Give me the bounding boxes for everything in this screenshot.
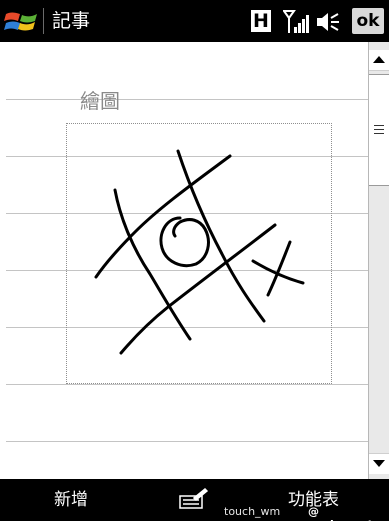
watermark-user: touch_wm — [224, 505, 281, 518]
grip-line — [374, 129, 384, 130]
sketch-stroke — [94, 154, 232, 279]
windows-start-icon[interactable] — [4, 8, 40, 36]
arrow-down-icon — [373, 460, 385, 467]
hand-drawn-sketch — [94, 149, 305, 355]
title-bar: 記事 H ok — [0, 0, 389, 42]
new-softkey[interactable]: 新增 — [54, 490, 88, 510]
signal-icon[interactable] — [283, 9, 309, 35]
scroll-down-button[interactable] — [369, 453, 389, 474]
ok-button[interactable]: ok — [352, 8, 384, 34]
scroll-thumb[interactable] — [369, 74, 389, 186]
softkey-bar: 新增 功能表 touch_wm @ sogi.com.tw — [0, 479, 389, 531]
grip-line — [374, 133, 384, 134]
input-panel-icon[interactable] — [178, 488, 208, 510]
volume-icon[interactable] — [316, 10, 340, 34]
note-canvas[interactable]: 繪圖 — [0, 42, 368, 479]
sketch-stroke — [119, 223, 277, 355]
sketch-stroke — [176, 149, 266, 323]
sketch-stroke — [266, 240, 292, 297]
scroll-up-button[interactable] — [369, 50, 389, 71]
grip-line — [374, 125, 384, 126]
app-title: 記事 — [52, 10, 91, 32]
network-h-indicator-icon[interactable]: H — [251, 10, 271, 32]
watermark-site: @ sogi.com.tw — [308, 505, 384, 531]
title-separator — [43, 8, 44, 34]
vertical-scrollbar[interactable] — [368, 42, 389, 479]
sketch-stroke — [159, 216, 210, 268]
arrow-up-icon — [373, 56, 385, 63]
